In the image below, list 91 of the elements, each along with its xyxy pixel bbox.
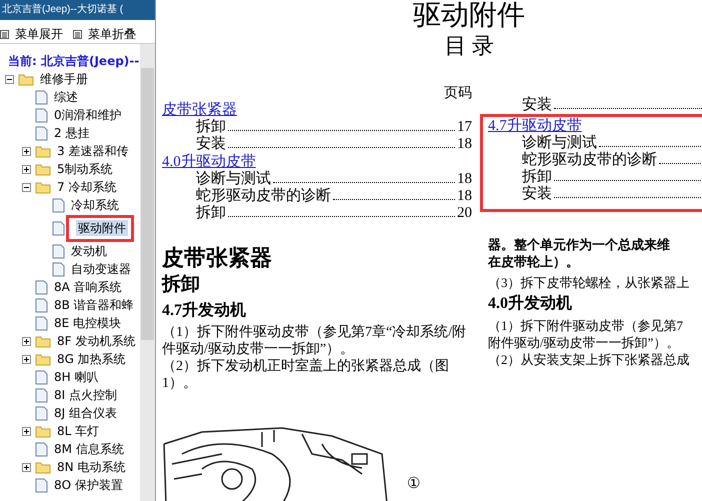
tree-item[interactable]: 8F 发动机系统 [55,332,138,350]
toc-entry: 安装 [522,97,552,114]
toc-link[interactable]: 4.7升驱动皮带 [488,118,582,135]
collapse-toggle[interactable] [22,182,31,192]
page-icon [35,442,48,456]
tree-item[interactable]: 自动变速器 [69,260,133,278]
toc-entry: 拆卸 [196,119,226,135]
tree-item[interactable]: 5制动系统 [55,160,115,178]
page-number: 18 [457,171,472,188]
page-column-label: 页码 [444,86,472,101]
page-icon [35,406,48,420]
tree-item[interactable]: 2 悬挂 [52,124,92,142]
page-icon [35,370,48,384]
tree-item[interactable]: 3 差速器和传 [55,142,130,160]
page-icon [52,262,65,276]
page-number: 20 [457,205,472,222]
section-heading: 皮带张紧器 [162,244,273,272]
folder-icon [35,334,51,348]
document-title: 驱动附件 [412,0,526,32]
folder-icon [35,424,51,438]
page-icon [35,388,48,402]
tree-item[interactable]: 发动机 [69,242,109,260]
tree-item[interactable]: 0润滑和维护 [52,106,124,124]
tree-item[interactable]: 8H 喇叭 [52,368,100,386]
tree-item[interactable]: 维修手册 [38,70,90,88]
tree-item[interactable]: 8G 加热系统 [55,350,128,368]
document-subtitle: 目 录 [443,32,495,60]
toc-entry: 拆卸 [196,205,226,222]
tree-item[interactable]: 8A 音响系统 [52,278,124,296]
expand-toggle[interactable] [22,426,31,436]
page-number: 18 [457,136,472,153]
folder-icon [35,180,51,194]
figure-label: ① [407,475,420,493]
scrollbar-thumb[interactable] [141,68,154,340]
tree-item[interactable]: 冷却系统 [69,196,121,214]
tree-item[interactable]: 8E 电控模块 [52,314,124,332]
expand-toggle[interactable] [22,336,31,346]
expand-toggle[interactable] [22,354,31,364]
paragraph: （1）拆下附件驱动皮带（参见第7 附件驱动/驱动皮带一一拆卸”）。 （2）从安装支架上拆下张紧器总成 [488,317,690,368]
engine-heading: 4.0升发动机 [488,293,573,314]
toc-entry: 拆卸 [522,169,552,185]
tree-item[interactable]: 8I 点火控制 [52,386,119,404]
folder-icon [35,144,51,158]
tree-item[interactable]: 8N 电动系统 [55,458,128,476]
paragraph: （2）拆下发动机正时室盖上的张紧器总成（图 1）。 [162,358,450,392]
page-icon [52,244,65,258]
menu-button[interactable]: 菜单展开 [0,26,63,43]
toc-entry: 安装 [522,186,552,203]
subsection-heading: 拆卸 [162,273,201,297]
tree-item[interactable]: 7 冷却系统 [55,178,118,196]
folder-icon [35,352,51,366]
tree-item[interactable]: 8J 组合仪表 [52,404,119,422]
page-icon [35,90,48,104]
tree-root: 当前: 北京吉普(Jeep)-- [7,52,140,70]
toc-entry: 诊断与测试 [196,171,271,188]
paragraph: 器。整个单元作为一个总成来维 在皮带轮上）。 [488,236,671,270]
toc-entry: 蛇形驱动皮带的诊断 [522,152,657,168]
folder-icon [35,460,51,474]
tree-item[interactable]: 驱动附件 [76,220,128,236]
toc-entry: 安装 [196,136,226,153]
tree-item[interactable]: 8L 车灯 [55,422,102,440]
expand-toggle[interactable] [22,462,31,472]
page-icon [52,220,65,236]
page-number: 18 [457,188,472,205]
expand-toggle[interactable] [22,164,31,174]
paragraph: （1）拆下附件驱动皮带（参见第7章“冷却系统/附 件驱动/驱动皮带一一拆卸”）。 [162,324,468,358]
tree-item[interactable]: 8M 信息系统 [52,440,126,458]
paragraph: （3）拆下皮带轮螺栓，从张紧器上 [488,274,690,291]
tree-item[interactable]: 8O 保护装置 [52,476,125,494]
toc-entry: 诊断与测试 [522,135,597,152]
page-icon [35,316,48,330]
page-number: 17 [457,119,472,136]
page-icon [35,108,48,122]
window-title: 北京吉普(Jeep)--大切诺基 ( [0,0,155,20]
tree-item[interactable]: 8B 谐音器和蜂 [52,296,136,314]
folder-icon [35,162,51,176]
collapse-toggle[interactable] [5,74,14,84]
toc-entry: 蛇形驱动皮带的诊断 [196,188,331,204]
folder-icon [18,72,34,86]
page-icon [35,298,48,312]
menu-button[interactable]: 菜单折叠 [73,26,136,43]
toc-link[interactable]: 皮带张紧器 [162,102,237,119]
list-icon [73,30,82,39]
page-icon [52,198,65,212]
page-icon [35,478,48,492]
expand-toggle[interactable] [22,146,31,156]
page-icon [35,280,48,294]
page-icon [35,126,48,140]
toc-link[interactable]: 4.0升驱动皮带 [162,154,256,171]
engine-heading: 4.7升发动机 [162,300,247,321]
tree-item[interactable]: 综述 [52,88,80,106]
